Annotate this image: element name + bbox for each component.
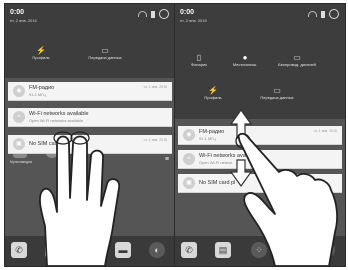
notification-title: FM-радио [29, 85, 55, 91]
cast-icon: ▭ [293, 53, 301, 62]
user-icon[interactable] [159, 9, 169, 19]
notification-title: No SIM card [29, 141, 60, 147]
clock: 0:00 [10, 9, 25, 16]
tile-label: Фонарик [191, 62, 207, 67]
notification-card[interactable]: ◉ FM-радио 91.1 МГц чт, 1 янв. 2015 [8, 82, 172, 101]
right-phone-screen: 0:00 пт, 2 янв. 2015 ▯ Фонарик ● Местопо… [174, 3, 346, 267]
notification-card[interactable]: ≈ Wi-Fi networks available Open Wi-Fi ne… [8, 108, 172, 127]
notification-time: чт, 1 янв. 2015 [143, 85, 167, 89]
contacts-icon[interactable]: ▤ [215, 242, 231, 258]
notification-subtitle: Open Wi-Fi networks available [29, 118, 84, 123]
messages-icon[interactable]: ▬ [285, 242, 301, 258]
tile-label: Профиль [204, 95, 222, 100]
quick-tile[interactable]: ⚡ Профиль [191, 86, 235, 100]
phone-icon[interactable]: ✆ [11, 242, 27, 258]
dock: ✆ ▤ ⁘ ▬ ◐ [175, 236, 345, 266]
wifi-icon: ≈ [183, 153, 195, 165]
notification-title: Wi-Fi networks available [29, 111, 89, 117]
user-icon[interactable] [329, 9, 339, 19]
notification-shade: 0:00 пт, 2 янв. 2015 ⚡ Профиль ▭ Передач… [5, 4, 175, 78]
quick-tile[interactable]: ▭ Передача данных [83, 46, 127, 60]
tile-label: Передача данных [88, 55, 122, 60]
clock: 0:00 [180, 9, 195, 16]
apps-icon[interactable]: ⁘ [81, 242, 97, 258]
bluetooth-icon: ⚡ [36, 46, 46, 55]
status-icons [138, 9, 169, 19]
wifi-signal-icon [308, 11, 317, 17]
dock: ✆ ▤ ⁘ ▬ ◐ [5, 236, 175, 266]
quick-tile[interactable]: ▭ Передача данных [255, 86, 299, 100]
notification-title: No SIM card pl [199, 180, 236, 186]
apps-icon[interactable]: ⁘ [251, 242, 267, 258]
radio-icon: ◉ [13, 85, 25, 97]
notification-subtitle: 91.1 МГц [199, 136, 216, 141]
sim-icon: ▣ [183, 177, 195, 189]
tile-label: Беспровод. дисплей [278, 62, 316, 67]
screen-share-icon: ▭ [101, 46, 109, 55]
browser-icon[interactable]: ◐ [319, 242, 335, 258]
app-label: Мультимедиа [10, 160, 32, 164]
tile-label: Профиль [32, 55, 50, 60]
notification-time: чт, 1 янв. 2015 [143, 138, 167, 142]
quick-tile[interactable]: ● Местополож. [223, 53, 267, 67]
quick-tile[interactable]: ▯ Фонарик [177, 53, 221, 67]
phone-icon[interactable]: ✆ [181, 242, 197, 258]
contacts-icon[interactable]: ▤ [45, 242, 61, 258]
wifi-signal-icon [138, 11, 147, 17]
bluetooth-icon: ⚡ [208, 86, 218, 95]
notification-card[interactable]: ▣ No SIM card чт, 1 янв. 2015 [8, 135, 172, 154]
home-screen: Мультимедиа [5, 78, 175, 238]
battery-icon [321, 10, 325, 18]
clear-all-icon[interactable]: ≡ [165, 156, 169, 163]
vibrate-icon: ▯ [196, 53, 202, 62]
date: пт, 2 янв. 2015 [10, 18, 37, 23]
notification-card[interactable]: ◉ FM-радио 91.1 МГц чт, 1 янв. 2015 [178, 126, 342, 145]
notification-title: Wi-Fi networks ava [199, 153, 246, 159]
notification-time: чт, 1 янв. 2015 [313, 129, 337, 133]
notification-card[interactable]: ≈ Wi-Fi networks ava Open Wi-Fi networ [178, 150, 342, 169]
location-icon: ● [242, 53, 248, 62]
notification-shade: 0:00 пт, 2 янв. 2015 ▯ Фонарик ● Местопо… [175, 4, 345, 119]
left-phone-screen: Мультимедиа 0:00 пт, 2 янв. 2015 ⚡ Профи… [4, 3, 176, 267]
status-icons [308, 9, 339, 19]
notification-subtitle: 91.1 МГц [29, 92, 46, 97]
date: пт, 2 янв. 2015 [180, 18, 207, 23]
screen-share-icon: ▭ [273, 86, 281, 95]
messages-icon[interactable]: ▬ [115, 242, 131, 258]
notification-title: FM-радио [199, 129, 225, 135]
notification-card[interactable]: ▣ No SIM card pl [178, 174, 342, 193]
tile-label: Передача данных [260, 95, 294, 100]
sim-icon: ▣ [13, 138, 25, 150]
quick-tile[interactable]: ▭ Беспровод. дисплей [275, 53, 319, 67]
wifi-icon: ≈ [13, 111, 25, 123]
battery-icon [151, 10, 155, 18]
notification-subtitle: Open Wi-Fi networ [199, 160, 233, 165]
tile-label: Местополож. [232, 62, 258, 67]
radio-icon: ◉ [183, 129, 195, 141]
browser-icon[interactable]: ◐ [149, 242, 165, 258]
quick-tile[interactable]: ⚡ Профиль [19, 46, 63, 60]
